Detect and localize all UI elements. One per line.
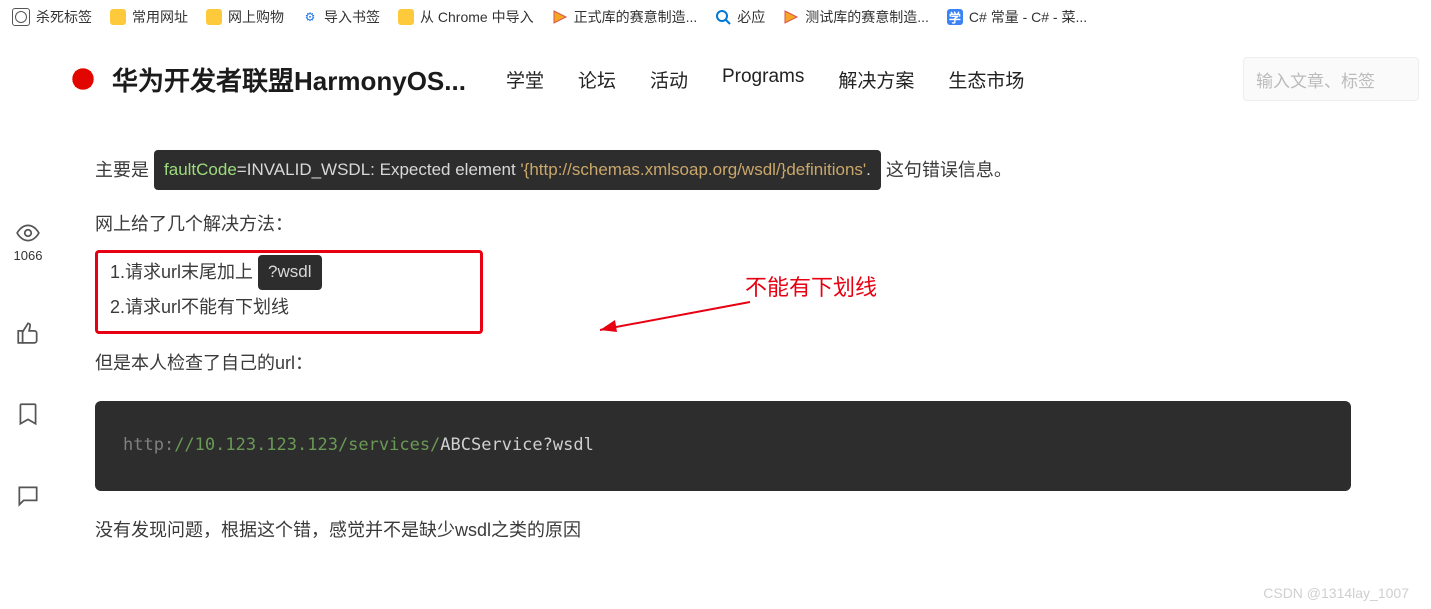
bookmark-label: 杀死标签 [36,7,92,27]
nav-school[interactable]: 学堂 [506,66,544,93]
action-rail: 1066 [0,200,56,509]
bookmark-bar: 杀死标签 常用网址 网上购物 ⚙ 导入书签 从 Chrome 中导入 正式库的赛… [0,0,1431,35]
huawei-logo-icon [68,64,98,94]
solution-1: 1.请求url末尾加上 ?wsdl [110,255,468,290]
like-button[interactable] [15,319,41,345]
bookmark-csharp[interactable]: 学 C# 常量 - C# - 菜... [947,7,1087,27]
watermark: CSDN @1314lay_1007 [1263,585,1409,601]
paragraph-check-url: 但是本人检查了自己的url： [95,344,1350,384]
eye-icon [15,220,41,246]
solution-2: 2.请求url不能有下划线 [110,290,468,324]
site-icon: 学 [947,9,963,25]
nav-solutions[interactable]: 解决方案 [838,66,914,93]
nav-forum[interactable]: 论坛 [578,66,616,93]
bookmark-label: 从 Chrome 中导入 [420,7,534,27]
nav-programs[interactable]: Programs [722,66,804,93]
search-icon [715,9,731,25]
inline-code-wsdl: ?wsdl [258,255,321,290]
site-icon [783,9,799,25]
bookmark-label: 测试库的赛意制造... [805,7,929,27]
bookmark-label: 正式库的赛意制造... [574,7,698,27]
bookmark-common[interactable]: 常用网址 [110,7,188,27]
search-placeholder: 输入文章、标签 [1256,67,1375,92]
folder-icon [110,9,126,25]
bookmark-bing[interactable]: 必应 [715,7,765,27]
views-count: 1066 [14,248,43,263]
bookmark-label: 导入书签 [324,7,380,27]
nav-ecomarket[interactable]: 生态市场 [948,66,1024,93]
bookmark-button[interactable] [15,401,41,427]
folder-icon [398,9,414,25]
paragraph-solutions-intro: 网上给了几个解决方法： [95,205,1350,245]
annotation-text: 不能有下划线 [745,264,877,312]
annotation-arrow-icon [585,300,755,340]
code-text: //10.123.123.123/services/ [174,435,440,455]
comment-button[interactable] [15,483,41,509]
bookmark-test-saiyi[interactable]: 测试库的赛意制造... [783,7,929,27]
thumb-up-icon [15,319,41,345]
bookmark-from-chrome[interactable]: 从 Chrome 中导入 [398,7,534,27]
solutions-box: 1.请求url末尾加上 ?wsdl 2.请求url不能有下划线 [95,250,483,333]
inline-code-error: faultCode=INVALID_WSDL: Expected element… [154,150,881,190]
comment-icon [15,483,41,509]
views-counter[interactable]: 1066 [14,220,43,263]
search-input[interactable]: 输入文章、标签 [1243,57,1419,101]
bookmark-kill-tabs[interactable]: 杀死标签 [12,7,92,27]
bookmark-label: 常用网址 [132,7,188,27]
bookmark-import[interactable]: ⚙ 导入书签 [302,7,380,27]
text: 1.请求url末尾加上 [110,262,253,282]
nav-activity[interactable]: 活动 [650,66,688,93]
text: 这句错误信息。 [886,160,1012,180]
bookmark-prod-saiyi[interactable]: 正式库的赛意制造... [552,7,698,27]
bookmark-label: 必应 [737,7,765,27]
folder-icon [206,9,222,25]
paragraph-error-desc: 主要是 faultCode=INVALID_WSDL: Expected ele… [95,150,1350,191]
site-title[interactable]: 华为开发者联盟HarmonyOS... [112,61,466,98]
paragraph-cutoff: 没有发现问题，根据这个错，感觉并不是缺少wsdl之类的原因 [95,511,1350,551]
bookmark-icon [15,401,41,427]
globe-icon [12,8,30,26]
bookmark-label: C# 常量 - C# - 菜... [969,7,1087,27]
text: 主要是 [95,160,149,180]
code-block-url[interactable]: http://10.123.123.123/services/ABCServic… [95,401,1351,490]
code-text: http: [123,435,174,455]
site-icon [552,9,568,25]
site-header: 华为开发者联盟HarmonyOS... 学堂 论坛 活动 Programs 解决… [0,35,1431,124]
bookmark-label: 网上购物 [228,7,284,27]
gear-icon: ⚙ [302,9,318,25]
code-text: ABCService?wsdl [440,435,594,455]
article-body: 主要是 faultCode=INVALID_WSDL: Expected ele… [95,150,1350,550]
main-nav: 学堂 论坛 活动 Programs 解决方案 生态市场 [506,66,1024,93]
bookmark-shopping[interactable]: 网上购物 [206,7,284,27]
